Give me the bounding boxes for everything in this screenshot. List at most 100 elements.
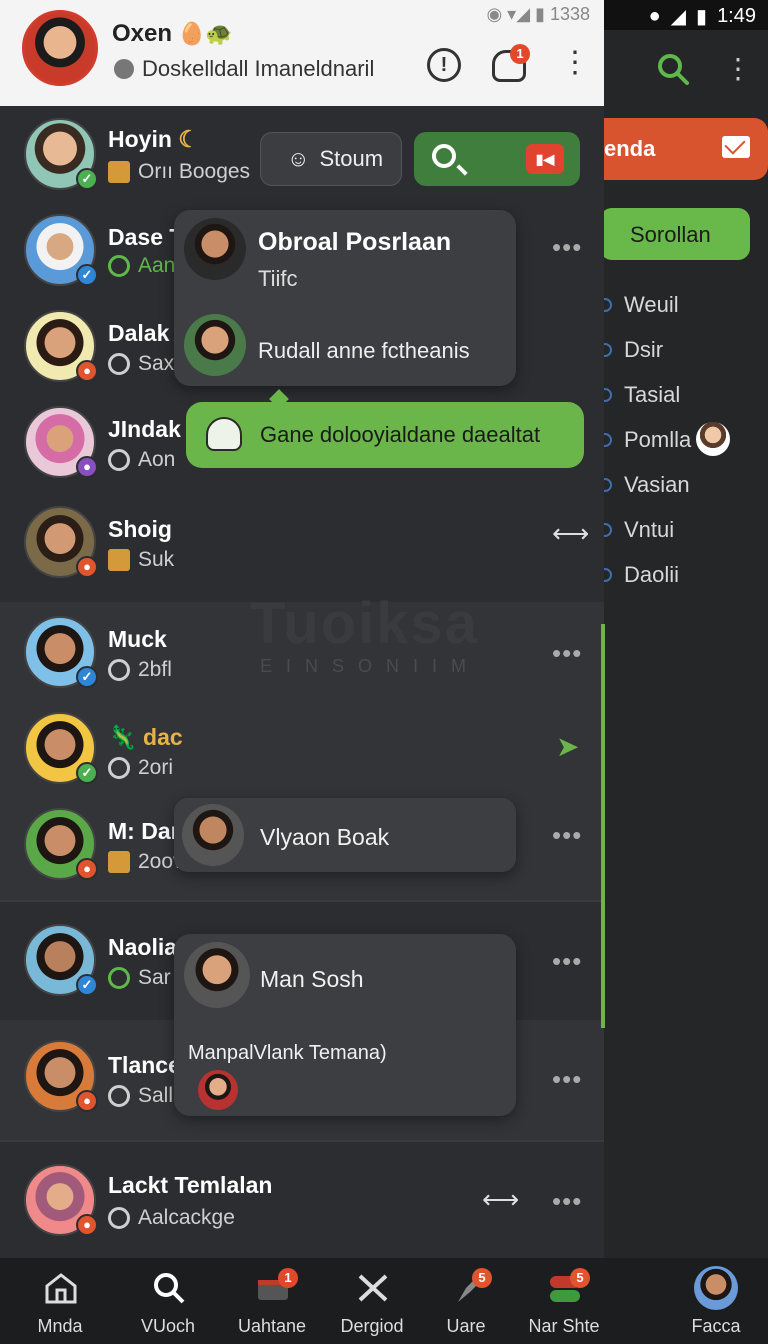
- stoum-button[interactable]: ☺ Stoum: [260, 132, 402, 186]
- status-icon: ●: [76, 360, 98, 382]
- notification-badge: 1: [510, 44, 530, 64]
- avatar[interactable]: [184, 942, 250, 1008]
- avatar[interactable]: ✓: [24, 214, 98, 286]
- person-icon: ☺: [287, 146, 310, 171]
- status-icon: ●: [76, 858, 98, 880]
- status-icon: ✓: [76, 974, 98, 996]
- popup-card[interactable]: Obroal Posrlaan Tiifc Rudall anne fcthea…: [174, 210, 516, 386]
- nav-item-profile[interactable]: Facca: [666, 1258, 766, 1344]
- avatar[interactable]: ✓: [24, 616, 98, 688]
- avatar[interactable]: ●: [24, 406, 98, 478]
- avatar[interactable]: ●: [24, 506, 98, 578]
- nav-item-share[interactable]: 5 Uare: [416, 1258, 516, 1344]
- message-bubble[interactable]: Gane dolooyialdane daealtat: [186, 402, 584, 468]
- avatar[interactable]: [198, 1070, 238, 1110]
- battery-icon: ▮: [696, 6, 708, 28]
- avatar[interactable]: ●: [24, 1164, 98, 1236]
- calendar-icon: [108, 851, 130, 873]
- status-icon: ✓: [76, 264, 98, 286]
- status-icon: [108, 1207, 130, 1229]
- avatar[interactable]: ●: [24, 808, 98, 880]
- nav-label: VUoch: [140, 1316, 196, 1336]
- more-icon[interactable]: •••: [552, 638, 582, 669]
- status-icon: [108, 353, 130, 375]
- nav-item-updates[interactable]: 1 Uahtane: [222, 1258, 322, 1344]
- list-item[interactable]: Pomlla: [598, 417, 768, 462]
- sticker-icon: 🥚🐢: [178, 21, 233, 46]
- avatar[interactable]: ●: [24, 310, 98, 382]
- list-item[interactable]: ● Lackt Temlalan Aalcackge ⟷ •••: [0, 1140, 604, 1258]
- list-item-label: Weuil: [624, 291, 679, 317]
- contact-name: Tlance: [108, 1052, 181, 1078]
- avatar[interactable]: [182, 804, 244, 866]
- search-button[interactable]: ▮◀: [414, 132, 580, 186]
- more-vert-icon[interactable]: ⋮: [724, 52, 752, 85]
- info-icon[interactable]: !: [427, 48, 461, 82]
- more-icon[interactable]: •••: [552, 820, 582, 851]
- list-item[interactable]: Vntui: [598, 507, 768, 552]
- contact-name: Lackt Temlalan: [108, 1172, 273, 1198]
- orange-banner[interactable]: enda: [604, 118, 768, 180]
- calendar-icon: [108, 161, 130, 183]
- more-icon[interactable]: •••: [552, 946, 582, 977]
- send-icon[interactable]: ➤: [556, 730, 579, 763]
- tag-pill[interactable]: Sorollan: [600, 208, 750, 260]
- popup-card[interactable]: Vlyaon Boak: [174, 798, 516, 872]
- list-item[interactable]: ✓ 🦎 dac 2ori: [0, 704, 604, 800]
- share-icon[interactable]: ⟷: [482, 1184, 519, 1215]
- secondary-panel: [604, 0, 768, 1344]
- more-vert-icon[interactable]: ⋮: [560, 48, 590, 78]
- page-title-text: Oxen: [112, 20, 173, 47]
- avatar[interactable]: ✓: [24, 712, 98, 784]
- list-item[interactable]: Vasian: [598, 462, 768, 507]
- popup-line: ManpalVlank Temana): [188, 1042, 387, 1064]
- nav-item-home[interactable]: Mnda: [10, 1258, 110, 1344]
- status-icon: [114, 59, 134, 79]
- list-item[interactable]: Weuil: [598, 282, 768, 327]
- list-item[interactable]: ● Shoig Suk ⟷: [0, 490, 604, 602]
- tag-pill-label: Sorollan: [630, 222, 711, 247]
- status-icon: ●: [76, 1090, 98, 1112]
- avatar[interactable]: ✓: [24, 924, 98, 996]
- nav-item-settings[interactable]: 5 Nar Shte: [514, 1258, 614, 1344]
- avatar[interactable]: [22, 10, 98, 86]
- more-icon[interactable]: •••: [552, 1064, 582, 1095]
- contact-preview: Suk: [108, 548, 174, 572]
- nav-label: Dergiod: [340, 1316, 404, 1336]
- mail-icon[interactable]: [722, 136, 750, 158]
- secondary-list: Weuil Dsir Tasial Pomlla Vasian Vntui Da…: [598, 282, 768, 597]
- popup-card[interactable]: Man Sosh ManpalVlank Temana): [174, 934, 516, 1116]
- list-item[interactable]: Tasial: [598, 372, 768, 417]
- calendar-icon: [108, 549, 130, 571]
- location-icon: ●: [648, 5, 661, 27]
- contact-name: Dase T: [108, 224, 184, 250]
- avatar[interactable]: [184, 314, 246, 376]
- search-icon[interactable]: [656, 52, 690, 86]
- avatar[interactable]: [696, 422, 730, 456]
- status-icon: [108, 1085, 130, 1107]
- avatar[interactable]: [184, 218, 246, 280]
- avatar[interactable]: ●: [24, 1040, 98, 1112]
- list-item[interactable]: Dsir: [598, 327, 768, 372]
- profile-header: ◉ ▾◢ ▮ 1338 Oxen 🥚🐢 Doskelldall Imaneldna…: [0, 0, 604, 106]
- nav-label: Uare: [446, 1316, 486, 1336]
- contact-preview: Sax: [108, 352, 174, 376]
- more-icon[interactable]: •••: [552, 1186, 582, 1217]
- share-icon[interactable]: ⟷: [552, 518, 589, 549]
- more-icon[interactable]: •••: [552, 232, 582, 263]
- status-icon: ✓: [76, 168, 98, 190]
- contact-preview: Aon: [108, 448, 175, 472]
- scroll-indicator[interactable]: [601, 624, 605, 1028]
- nav-badge: 1: [278, 1268, 298, 1288]
- nav-item-design[interactable]: Dergiod: [322, 1258, 422, 1344]
- secondary-header: ⋮: [604, 40, 768, 100]
- nav-badge: 5: [570, 1268, 590, 1288]
- list-item[interactable]: Daolii: [598, 552, 768, 597]
- nav-label: Uahtane: [237, 1316, 307, 1336]
- avatar[interactable]: ✓: [24, 118, 98, 190]
- record-icon[interactable]: ▮◀: [526, 144, 564, 174]
- list-item-label: Vasian: [624, 471, 690, 497]
- nav-item-search[interactable]: VUoch: [118, 1258, 218, 1344]
- popup-line: Rudall anne fctheanis: [258, 338, 470, 363]
- page-subtitle-text: Doskelldall Imaneldnaril: [142, 56, 375, 81]
